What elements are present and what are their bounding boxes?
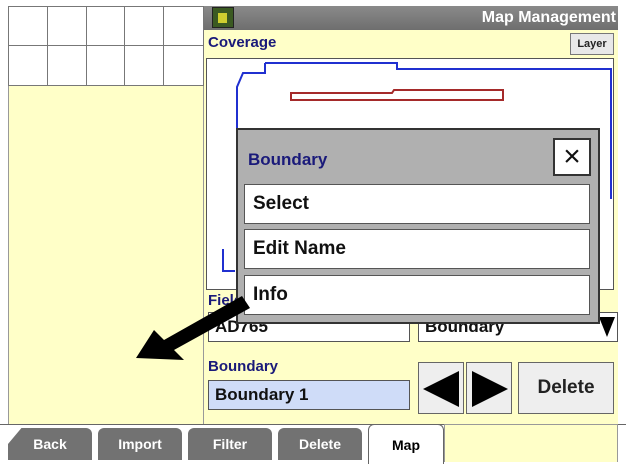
close-popup-button[interactable]: × <box>553 138 591 176</box>
dropdown-arrow-icon <box>599 317 615 337</box>
arrow-left-icon <box>423 371 459 407</box>
coverage-label: Coverage <box>208 34 277 51</box>
tab-back[interactable]: Back <box>8 428 92 460</box>
grid-cell <box>125 46 165 85</box>
map-app-icon <box>212 7 234 28</box>
grid-cell <box>164 7 203 46</box>
tab-filter[interactable]: Filter <box>188 428 272 460</box>
grid-cell <box>48 46 87 85</box>
grid-cell <box>125 7 165 46</box>
callout-arrow-icon <box>136 296 250 360</box>
grid-cell <box>47 7 87 46</box>
delete-boundary-button[interactable]: Delete <box>518 362 614 414</box>
left-grid <box>8 6 204 86</box>
menu-item-select[interactable]: Select <box>244 184 590 224</box>
next-boundary-button[interactable] <box>466 362 512 414</box>
arrow-right-icon <box>472 371 508 407</box>
close-icon: × <box>563 140 581 173</box>
layer-button[interactable]: Layer <box>570 33 614 55</box>
menu-item-edit-name[interactable]: Edit Name <box>244 229 590 269</box>
popup-title: Boundary <box>248 150 328 169</box>
tab-map[interactable]: Map <box>368 424 444 464</box>
tab-import[interactable]: Import <box>98 428 182 460</box>
boundary-name-field[interactable]: Boundary 1 <box>208 380 410 410</box>
menu-item-info[interactable]: Info <box>244 275 590 315</box>
tab-delete[interactable]: Delete <box>278 428 362 460</box>
grid-cell <box>9 46 48 85</box>
grid-cell <box>86 7 126 46</box>
grid-cell <box>87 46 126 85</box>
grid-cell <box>9 7 48 46</box>
previous-boundary-button[interactable] <box>418 362 464 414</box>
grid-cell <box>164 46 203 85</box>
tab-bar-spacer <box>444 424 618 462</box>
page-title: Map Management <box>481 9 616 26</box>
